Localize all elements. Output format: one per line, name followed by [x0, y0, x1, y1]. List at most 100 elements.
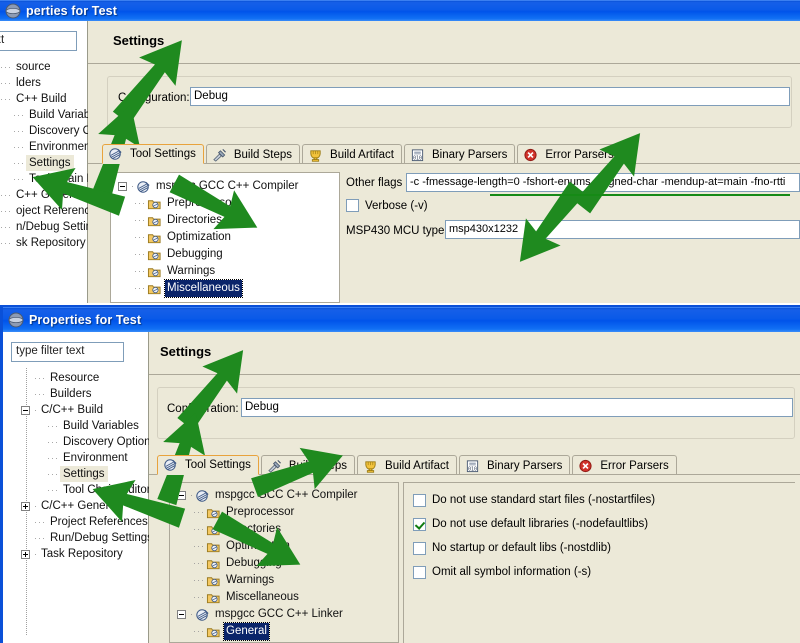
folder-icon [147, 199, 161, 209]
tab-build-artifact[interactable]: Build Artifact [357, 455, 457, 475]
collapse-icon[interactable] [177, 491, 186, 500]
build-artifact-icon [310, 149, 321, 162]
sidebar-item-environment[interactable]: ··· Environment [21, 450, 159, 466]
tool-tree-item-label: Preprocessor [167, 197, 236, 209]
tab-tool-settings[interactable]: Tool Settings [102, 144, 204, 164]
eclipse-globe-icon [8, 312, 24, 328]
sidebar-item-tool-chain-editor[interactable]: ··· Tool Chain Editor [21, 482, 159, 498]
tool-tree-item-optimization[interactable]: ··· Optimization [118, 229, 301, 246]
properties-window-top: perties for Test ter text ··· source ··· ld… [0, 0, 800, 303]
tool-tree-item-label: mspgcc GCC C++ Linker [215, 608, 343, 620]
verbose-checkbox-row-top[interactable]: Verbose (-v) [346, 199, 428, 212]
checkbox-icon[interactable] [413, 493, 426, 507]
tool-tree-item-warnings[interactable]: ··· Warnings [177, 572, 360, 589]
collapse-icon[interactable] [177, 610, 186, 619]
linker-checkbox-label: Do not use standard start files (-nostar… [432, 494, 656, 506]
tree-connector: ··· [34, 533, 46, 543]
tree-connector: ··· [193, 524, 205, 534]
tool-tree-item-miscellaneous[interactable]: ··· Miscellaneous [118, 279, 301, 298]
tab-error-parsers[interactable]: Error Parsers [517, 144, 622, 164]
tool-tree-top: · mspgcc GCC C++ Compiler ··· Preprocessor ·… [118, 178, 301, 298]
sidebar-item-discovery-options[interactable]: ··· Discovery Options [21, 434, 159, 450]
filter-input-top[interactable]: ter text [0, 31, 77, 51]
configuration-input-bottom[interactable]: Debug [241, 398, 793, 417]
linker-checkbox-label: Omit all symbol information (-s) [432, 566, 592, 578]
sidebar-item-c-c-general[interactable]: · C/C++ General [21, 498, 159, 514]
tool-tree-item-preprocessor[interactable]: ··· Preprocessor [118, 195, 301, 212]
filter-input-bottom[interactable]: type filter text [11, 342, 124, 362]
tab-tool-settings[interactable]: Tool Settings [157, 455, 259, 475]
tool-tree-item-preprocessor[interactable]: ··· Preprocessor [177, 504, 360, 521]
tree-connector: ··· [13, 110, 25, 120]
tool-tree-item-mspgcc-gcc-c-compiler[interactable]: · mspgcc GCC C++ Compiler [177, 487, 360, 504]
window-body-top: ter text ··· source ··· lders ··· C++ Build ··… [0, 21, 800, 303]
other-flags-input-top[interactable]: -c -fmessage-length=0 -fshort-enums -fsi… [406, 173, 800, 192]
tool-tree-item-directories[interactable]: ··· Directories [118, 212, 301, 229]
tree-connector: ··· [13, 174, 25, 184]
tool-tree-item-mspgcc-gcc-c-compiler[interactable]: · mspgcc GCC C++ Compiler [118, 178, 301, 195]
settings-tree-bottom: ··· Resource ··· Builders · C/C++ Build ··· Bui… [21, 370, 159, 562]
linker-checkbox-label: Do not use default libraries (-nodefault… [432, 518, 649, 530]
sidebar-item-builders[interactable]: ··· Builders [21, 386, 159, 402]
tab-build-steps[interactable]: Build Steps [260, 455, 356, 475]
tree-connector: ··· [13, 142, 25, 152]
tool-tree-item-debugging[interactable]: ··· Debugging [118, 246, 301, 263]
sidebar-item-build-variables[interactable]: ··· Build Variables [21, 418, 159, 434]
expand-icon[interactable] [21, 501, 30, 511]
tool-tree-item-directories[interactable]: ··· Directories [177, 521, 360, 538]
tree-connector: ··· [193, 507, 205, 517]
collapse-icon[interactable] [118, 182, 127, 191]
sidebar-item-resource[interactable]: ··· Resource [21, 370, 159, 386]
sidebar-item-label: Settings [60, 466, 108, 482]
collapse-icon[interactable] [21, 405, 30, 415]
sidebar-item-run-debug-settings[interactable]: ··· Run/Debug Settings [21, 530, 159, 546]
sidebar-item-settings[interactable]: ··· Settings [21, 466, 159, 482]
configuration-input-top[interactable]: Debug [190, 87, 790, 106]
tab-strip-top: Tool Settings Build Steps Build Artifact 01… [102, 143, 624, 164]
tree-connector: ··· [47, 469, 59, 479]
linker-checkbox-row-0[interactable]: Do not use standard start files (-nostar… [413, 488, 655, 512]
tree-connector: ··· [13, 158, 25, 168]
tab-binary-parsers[interactable]: 010 Binary Parsers [458, 455, 571, 475]
tab-binary-parsers[interactable]: 010 Binary Parsers [403, 144, 516, 164]
title-bar-top: perties for Test [0, 0, 800, 21]
tool-settings-icon [109, 148, 122, 160]
tool-tree-item-debugging[interactable]: ··· Debugging [177, 555, 360, 572]
build-steps-icon [213, 148, 226, 162]
tool-settings-icon [164, 459, 177, 471]
tab-build-steps[interactable]: Build Steps [205, 144, 301, 164]
tree-connector: ··· [134, 283, 146, 293]
tool-tree-item-optimization[interactable]: ··· Optimization [177, 538, 360, 555]
tool-tree-item-warnings[interactable]: ··· Warnings [118, 263, 301, 280]
expand-icon[interactable] [21, 549, 30, 559]
tool-tree-item-general[interactable]: ··· General [177, 622, 360, 641]
sidebar-item-task-repository[interactable]: · Task Repository [21, 546, 159, 562]
tree-connector: ··· [0, 206, 12, 216]
other-flags-label-top: Other flags [346, 177, 403, 189]
checkbox-icon[interactable] [413, 565, 426, 579]
linker-checkbox-row-1[interactable]: Do not use default libraries (-nodefault… [413, 512, 655, 536]
tool-tree-item-mspgcc-gcc-c-linker[interactable]: · mspgcc GCC C++ Linker [177, 606, 360, 623]
folder-icon [147, 250, 161, 260]
tab-label: Binary Parsers [431, 148, 508, 161]
checkbox-icon[interactable] [413, 517, 426, 531]
configuration-label-bottom: Configuration: [167, 403, 239, 415]
sidebar-item-label: C/C++ General [41, 500, 119, 512]
tool-tree-item-miscellaneous[interactable]: ··· Miscellaneous [177, 589, 360, 606]
configuration-label-top: Configuration: [118, 92, 190, 104]
tool-tree-item-label: mspgcc GCC C++ Compiler [215, 489, 358, 501]
tab-label: Build Artifact [385, 459, 449, 472]
linker-checkbox-row-3[interactable]: Omit all symbol information (-s) [413, 560, 655, 584]
sidebar-item-c-c-build[interactable]: · C/C++ Build [21, 402, 159, 418]
tab-error-parsers[interactable]: Error Parsers [572, 455, 677, 475]
tool-tree-item-label: Miscellaneous [164, 279, 243, 298]
tab-label: Tool Settings [130, 148, 196, 160]
sidebar-item-project-references[interactable]: ··· Project References [21, 514, 159, 530]
linker-checkbox-row-2[interactable]: No startup or default libs (-nostdlib) [413, 536, 655, 560]
checkbox-icon[interactable] [413, 541, 426, 555]
tab-label: Tool Settings [185, 459, 251, 471]
sidebar-item-label: C++ General [16, 189, 82, 201]
tab-build-artifact[interactable]: Build Artifact [302, 144, 402, 164]
mcu-type-input-top[interactable]: msp430x1232 [445, 220, 800, 239]
verbose-checkbox-top[interactable] [346, 199, 359, 212]
